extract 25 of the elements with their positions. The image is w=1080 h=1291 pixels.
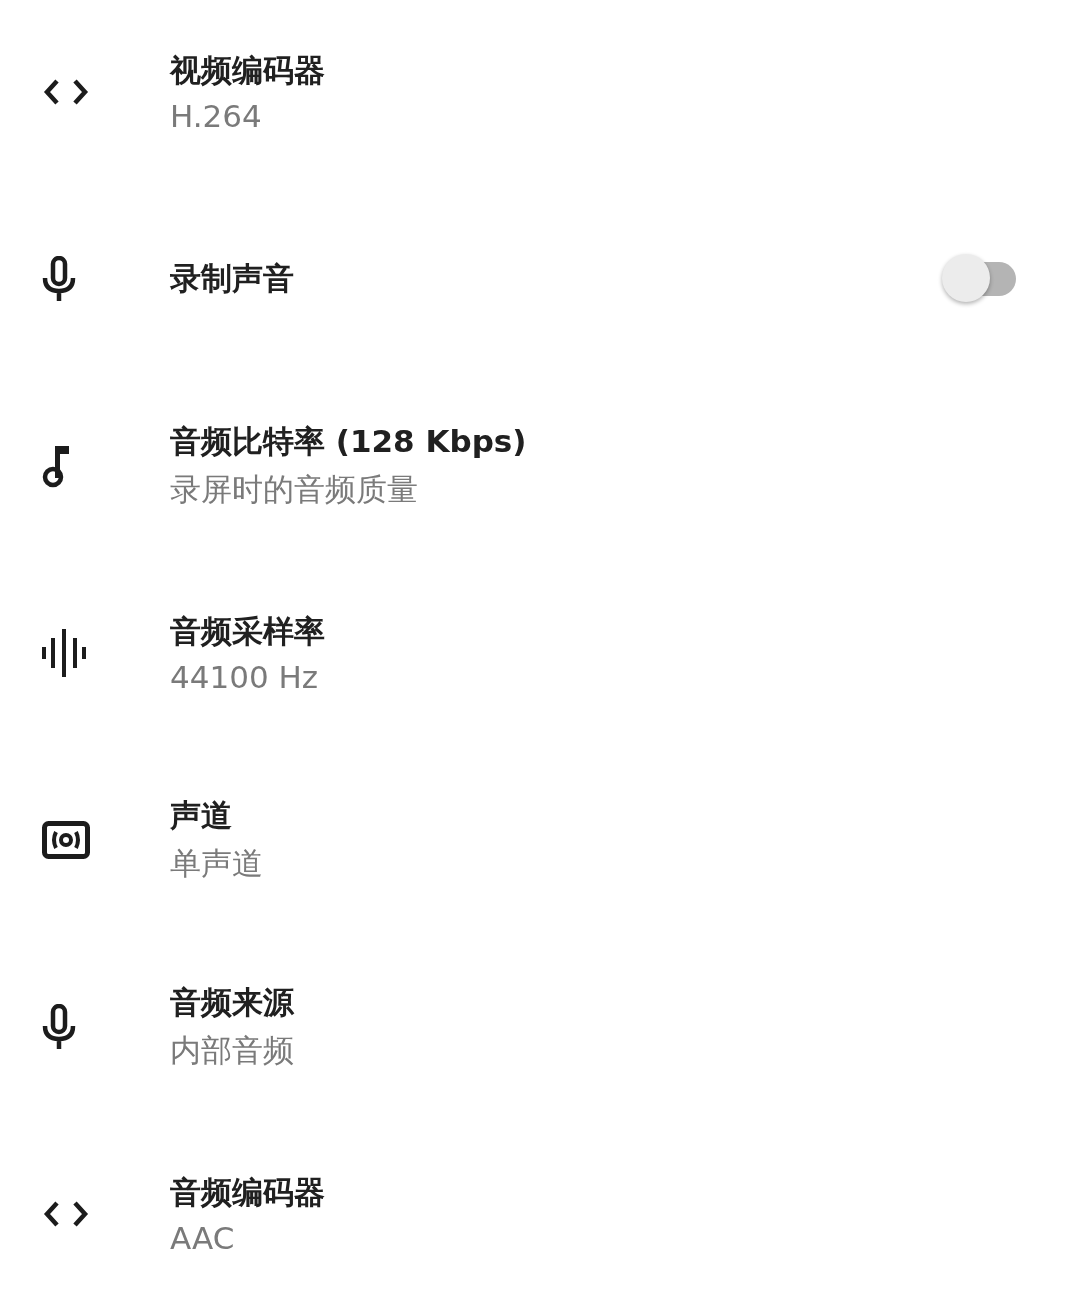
setting-summary: 单声道 — [170, 844, 263, 883]
music-note-icon — [42, 444, 70, 488]
setting-title: 音频编码器 — [170, 1173, 325, 1212]
waveform-icon — [42, 629, 86, 677]
setting-summary: 录屏时的音频质量 — [170, 470, 418, 509]
microphone-icon — [42, 256, 76, 302]
settings-item[interactable]: 录制声音 — [0, 185, 1080, 373]
settings-item[interactable]: 音频采样率 44100 Hz — [0, 559, 1080, 747]
setting-title: 声道 — [170, 796, 232, 835]
settings-item[interactable]: 声道 单声道 — [0, 746, 1080, 934]
setting-summary: 内部音频 — [170, 1031, 294, 1070]
settings-item[interactable]: 音频来源 内部音频 — [0, 933, 1080, 1121]
settings-item[interactable]: 视频编码器 H.264 — [0, 0, 1080, 186]
settings-item[interactable]: 音频比特率 (128 Kbps) 录屏时的音频质量 — [0, 372, 1080, 560]
setting-summary: H.264 — [170, 98, 262, 134]
setting-summary: 44100 Hz — [170, 659, 319, 695]
setting-title: 音频采样率 — [170, 612, 325, 651]
speaker-icon — [42, 821, 90, 859]
setting-title: 视频编码器 — [170, 51, 325, 90]
settings-item[interactable]: 音频编码器 AAC — [0, 1120, 1080, 1291]
setting-summary: AAC — [170, 1220, 235, 1256]
microphone-icon — [42, 1004, 76, 1050]
setting-title: 录制声音 — [170, 259, 294, 298]
setting-title: 音频比特率 (128 Kbps) — [170, 422, 527, 461]
setting-title: 音频来源 — [170, 983, 294, 1022]
